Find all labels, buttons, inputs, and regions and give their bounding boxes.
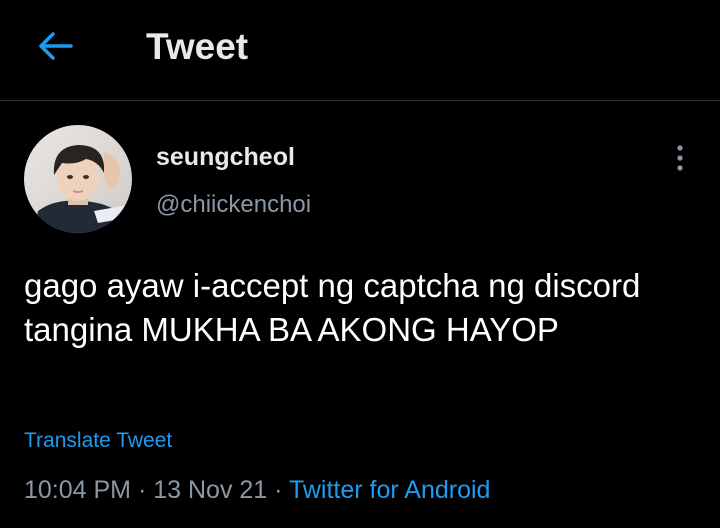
more-vertical-icon [677, 145, 683, 171]
translate-tweet-link[interactable]: Translate Tweet [24, 428, 172, 454]
more-options-button[interactable] [664, 140, 696, 176]
tweet-text: gago ayaw i-accept ng captcha ng discord… [24, 267, 641, 348]
tweet-date[interactable]: 13 Nov 21 [153, 476, 267, 504]
author-handle[interactable]: @chiickenchoi [156, 190, 311, 220]
tweet-source-link[interactable]: Twitter for Android [289, 476, 490, 504]
arrow-left-icon [39, 32, 73, 60]
page-title: Tweet [146, 26, 249, 67]
tweet-time[interactable]: 10:04 PM [24, 476, 131, 504]
top-bar: Tweet [0, 0, 720, 101]
separator-dot: · [131, 476, 154, 504]
tweet-metadata: 10:04 PM · 13 Nov 21 · Twitter for Andro… [24, 474, 490, 506]
author-display-name[interactable]: seungcheol [156, 142, 295, 172]
profile-photo [24, 125, 132, 233]
back-button[interactable] [34, 28, 78, 64]
avatar[interactable] [24, 125, 132, 233]
separator-dot: · [267, 476, 289, 504]
